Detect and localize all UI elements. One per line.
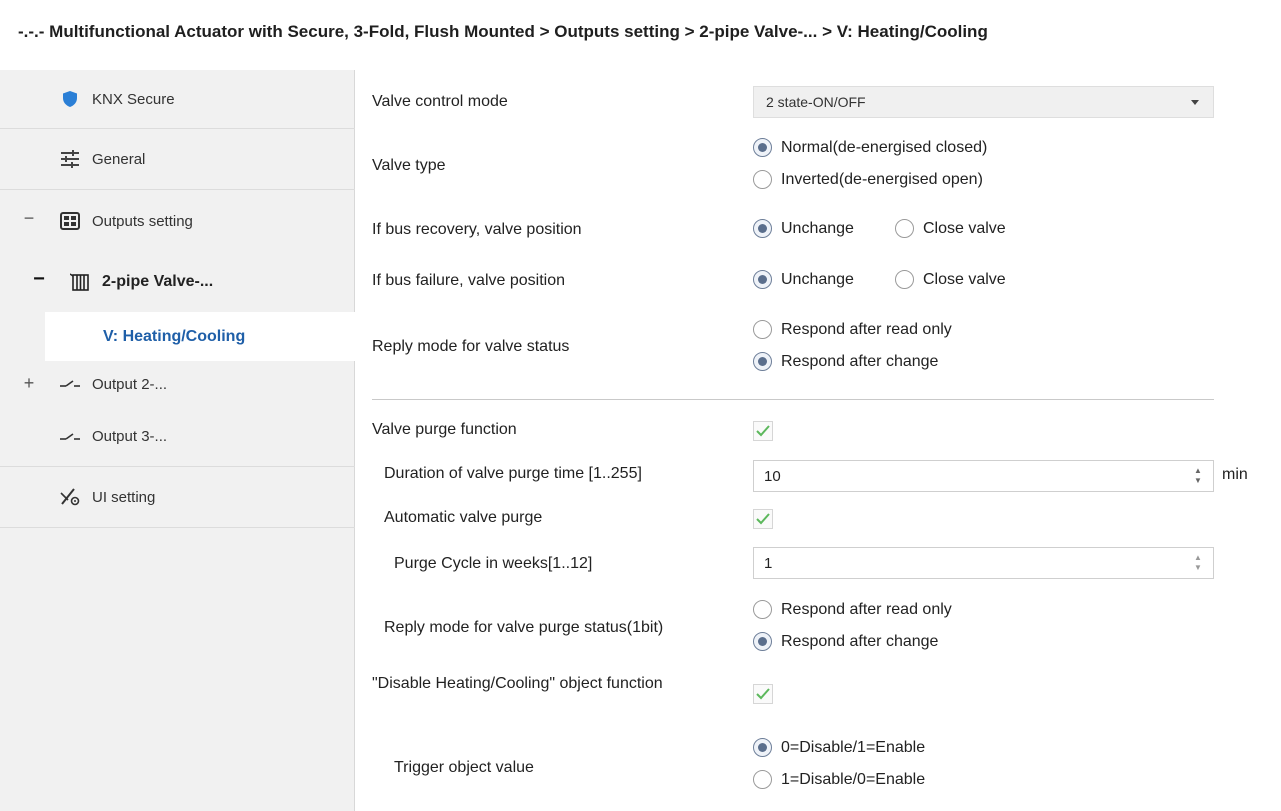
sidebar-item-label: 2-pipe Valve-... [102, 273, 214, 290]
radio-selected[interactable] [753, 138, 772, 157]
sidebar-item-v-heating-cooling[interactable]: V: Heating/Cooling [45, 312, 355, 361]
reply-valve-status-option-change[interactable]: Respond after change [753, 352, 938, 371]
reply-purge-status-option-change[interactable]: Respond after change [753, 632, 938, 651]
disable-hc-checkbox[interactable] [753, 684, 773, 704]
sidebar-item-general[interactable]: General [0, 129, 355, 190]
option-label: 1=Disable/0=Enable [781, 770, 926, 788]
radio-unselected[interactable] [895, 270, 914, 289]
bus-failure-label: If bus failure, valve position [372, 272, 565, 289]
collapse-toggle[interactable]: − [22, 208, 36, 229]
disable-hc-label: "Disable Heating/Cooling" object functio… [372, 675, 663, 692]
option-label: Respond after change [781, 632, 939, 650]
checkmark-icon [756, 425, 770, 437]
sidebar-item-output-3[interactable]: Output 3-... [0, 407, 355, 467]
shield-icon [58, 87, 82, 111]
reply-purge-status-label: Reply mode for valve purge status(1bit) [384, 619, 664, 636]
sidebar-item-2-pipe-valve[interactable]: − 2-pipe Valve-... [0, 252, 355, 312]
option-label: Unchange [781, 270, 854, 288]
checkmark-icon [756, 688, 770, 700]
purge-duration-unit: min [1222, 466, 1248, 483]
radio-selected[interactable] [753, 270, 772, 289]
sidebar-item-label: UI setting [92, 488, 156, 506]
switch-icon [58, 372, 82, 396]
valve-purge-function-label: Valve purge function [372, 421, 517, 438]
switch-icon [58, 425, 82, 449]
option-label: Respond after change [781, 352, 939, 370]
radiator-icon [68, 270, 92, 294]
spinner-arrows-icon[interactable]: ▲ ▼ [1193, 554, 1203, 572]
radio-selected[interactable] [753, 219, 772, 238]
radio-selected[interactable] [753, 632, 772, 651]
purge-cycle-value: 1 [764, 554, 773, 572]
ui-setting-icon [58, 485, 82, 509]
option-label: Close valve [923, 219, 1006, 237]
purge-duration-value: 10 [764, 467, 781, 485]
checkmark-icon [756, 513, 770, 525]
purge-duration-input[interactable]: 10 ▲ ▼ [753, 460, 1214, 492]
valve-type-option-inverted[interactable]: Inverted(de-energised open) [753, 170, 983, 189]
radio-unselected[interactable] [753, 770, 772, 789]
valve-control-mode-select[interactable]: 2 state-ON/OFF [753, 86, 1214, 118]
option-label: Unchange [781, 219, 854, 237]
expand-toggle[interactable]: + [22, 373, 36, 394]
valve-control-mode-value: 2 state-ON/OFF [766, 94, 866, 110]
option-label: Inverted(de-energised open) [781, 170, 983, 188]
trigger-value-option-1[interactable]: 1=Disable/0=Enable [753, 770, 925, 789]
option-label: Normal(de-energised closed) [781, 138, 988, 156]
automatic-purge-checkbox[interactable] [753, 509, 773, 529]
sidebar-item-ui-setting[interactable]: UI setting [0, 467, 355, 528]
reply-valve-status-option-read[interactable]: Respond after read only [753, 320, 952, 339]
purge-cycle-label: Purge Cycle in weeks[1..12] [394, 555, 593, 572]
purge-duration-label: Duration of valve purge time [1..255] [384, 465, 642, 482]
automatic-purge-label: Automatic valve purge [384, 509, 543, 526]
bus-failure-option-close[interactable]: Close valve [895, 270, 1006, 289]
valve-type-label: Valve type [372, 157, 446, 174]
radio-unselected[interactable] [753, 600, 772, 619]
radio-unselected[interactable] [895, 219, 914, 238]
chevron-down-icon [1191, 100, 1199, 105]
trigger-value-option-0[interactable]: 0=Disable/1=Enable [753, 738, 925, 757]
option-label: 0=Disable/1=Enable [781, 738, 926, 756]
valve-purge-function-checkbox[interactable] [753, 421, 773, 441]
valve-type-option-normal[interactable]: Normal(de-energised closed) [753, 138, 987, 157]
sidebar-item-label: Output 3-... [92, 428, 168, 445]
radio-unselected[interactable] [753, 320, 772, 339]
breadcrumb: -.-.- Multifunctional Actuator with Secu… [18, 22, 988, 41]
sidebar: KNX Secure General − Outputs setting − 2… [0, 70, 355, 811]
option-label: Close valve [923, 270, 1006, 288]
option-label: Respond after read only [781, 600, 952, 618]
spinner-arrows-icon[interactable]: ▲ ▼ [1193, 467, 1203, 485]
bus-recovery-option-unchange[interactable]: Unchange [753, 219, 854, 238]
sidebar-item-label: Output 2-... [92, 375, 168, 393]
sidebar-item-label: Outputs setting [92, 212, 193, 230]
radio-unselected[interactable] [753, 170, 772, 189]
collapse-toggle[interactable]: − [32, 268, 46, 291]
sidebar-item-label: KNX Secure [92, 90, 175, 108]
bus-failure-option-unchange[interactable]: Unchange [753, 270, 854, 289]
option-label: Respond after read only [781, 320, 952, 338]
radio-selected[interactable] [753, 352, 772, 371]
purge-cycle-input[interactable]: 1 ▲ ▼ [753, 547, 1214, 579]
bus-recovery-option-close[interactable]: Close valve [895, 219, 1006, 238]
sidebar-item-label: General [92, 150, 146, 168]
reply-valve-status-label: Reply mode for valve status [372, 338, 570, 355]
sidebar-item-output-2[interactable]: + Output 2-... [0, 361, 355, 407]
sidebar-item-outputs-setting[interactable]: − Outputs setting [0, 190, 355, 252]
bus-recovery-label: If bus recovery, valve position [372, 221, 582, 238]
trigger-value-label: Trigger object value [394, 759, 534, 776]
grid-icon [58, 209, 82, 233]
reply-purge-status-option-read[interactable]: Respond after read only [753, 600, 952, 619]
parameter-panel: Valve control mode 2 state-ON/OFF Valve … [356, 70, 1281, 811]
section-divider [372, 399, 1214, 400]
sidebar-item-knx-secure[interactable]: KNX Secure [0, 70, 355, 129]
sidebar-item-label: V: Heating/Cooling [103, 327, 246, 345]
sliders-icon [58, 147, 82, 171]
valve-control-mode-label: Valve control mode [372, 93, 508, 110]
radio-selected[interactable] [753, 738, 772, 757]
